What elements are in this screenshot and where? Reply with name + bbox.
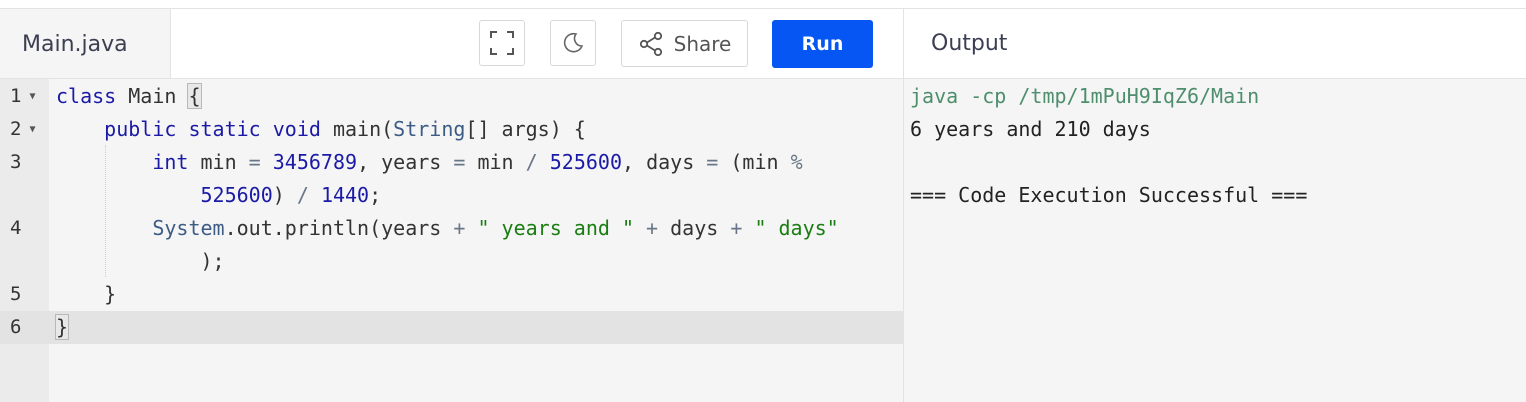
line-number: 6 — [10, 316, 22, 338]
fullscreen-button[interactable] — [479, 20, 525, 66]
line-number: 3 — [10, 151, 22, 173]
moon-icon — [561, 31, 585, 55]
editor-toolbar: Main.java Share Run — [0, 8, 904, 79]
code-line-wrap: 525600) / 1440; — [200, 183, 382, 207]
output-command-line: java -cp /tmp/1mPuH9IqZ6/Main — [910, 84, 1260, 108]
code-line: } — [54, 314, 70, 340]
active-line-highlight — [0, 311, 904, 344]
output-status-line: === Code Execution Successful === — [910, 183, 1308, 207]
share-label: Share — [673, 31, 732, 56]
line-number: 5 — [10, 283, 22, 305]
share-icon — [638, 31, 664, 57]
line-number: 4 — [10, 217, 22, 239]
share-button[interactable]: Share — [621, 20, 748, 67]
code-line: public static void main(String[] args) { — [104, 117, 586, 141]
dark-mode-button[interactable] — [550, 20, 596, 66]
file-tab-main-java[interactable]: Main.java — [0, 9, 171, 79]
run-button[interactable]: Run — [772, 20, 873, 68]
fold-arrow-icon[interactable]: ▼ — [23, 91, 35, 102]
code-line: class Main { — [56, 83, 202, 109]
line-number: 2 ▼ — [10, 118, 36, 140]
code-line: System.out.println(years + " years and "… — [152, 216, 839, 240]
code-editor[interactable]: 1 ▼ 2 ▼ 3 4 5 6 class Main { public stat… — [0, 78, 904, 402]
code-line: int min = 3456789, years = min / 525600,… — [152, 150, 803, 174]
output-panel: java -cp /tmp/1mPuH9IqZ6/Main 6 years an… — [904, 78, 1526, 402]
output-line: 6 years and 210 days — [910, 117, 1151, 141]
output-title: Output — [931, 31, 1008, 56]
fullscreen-icon — [489, 30, 515, 56]
top-bar — [0, 0, 1526, 8]
fold-arrow-icon[interactable]: ▼ — [23, 124, 35, 135]
output-header: Output — [903, 8, 1526, 78]
code-line: } — [56, 282, 117, 306]
line-number: 1 ▼ — [10, 85, 36, 107]
code-line-wrap: ); — [56, 249, 225, 273]
